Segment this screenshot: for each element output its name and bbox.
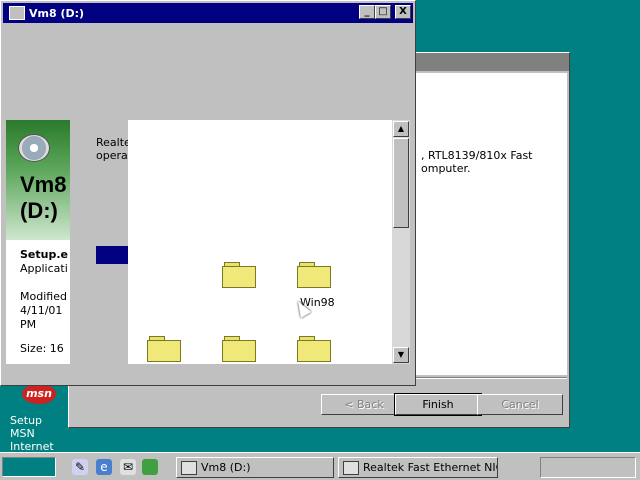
- web-view-panel: Vm8 (D:) Setup.e Applicati Modified 4/11…: [6, 120, 70, 364]
- wizard-partial-text: Realte operat: [96, 136, 128, 162]
- taskbar: ✎ e ✉ Vm8 (D:) Realtek Fast Ethernet NIC…: [0, 452, 640, 480]
- folder-icon[interactable]: [297, 262, 331, 288]
- folder-icon[interactable]: [222, 336, 256, 362]
- selected-file-type: Applicati: [20, 262, 68, 275]
- selected-file-name: Setup.e: [20, 248, 68, 261]
- start-button-area[interactable]: [2, 457, 56, 477]
- scroll-thumb[interactable]: [393, 138, 409, 228]
- explorer-title-bar[interactable]: Vm8 (D:): [3, 3, 413, 23]
- finish-button[interactable]: Finish: [394, 393, 482, 416]
- vertical-scrollbar[interactable]: ▲ ▼: [392, 120, 410, 364]
- file-list[interactable]: Win98: [128, 120, 392, 364]
- taskbar-button-realtek[interactable]: Realtek Fast Ethernet NIC ...: [338, 457, 498, 478]
- progress-bar: [96, 246, 128, 264]
- modified-time: PM: [20, 318, 37, 331]
- wizard-overlap-region: Realte operat: [70, 120, 128, 364]
- window-title: Vm8 (D:): [29, 6, 85, 20]
- outlook-express-icon[interactable]: ✉: [120, 459, 136, 475]
- drive-icon: [181, 460, 197, 475]
- folder-icon[interactable]: [147, 336, 181, 362]
- drive-heading: Vm8 (D:): [20, 172, 67, 223]
- modified-date: 4/11/01: [20, 304, 63, 317]
- maximize-button[interactable]: □: [375, 5, 391, 19]
- scroll-down-button[interactable]: ▼: [393, 347, 409, 363]
- channels-icon[interactable]: [142, 459, 158, 475]
- wizard-message: , RTL8139/810x Fast omputer.: [421, 149, 533, 175]
- folder-icon[interactable]: [222, 262, 256, 288]
- taskbar-button-vm8[interactable]: Vm8 (D:): [176, 457, 334, 478]
- file-size: Size: 16: [20, 342, 64, 355]
- drive-icon: [9, 6, 25, 20]
- modified-label: Modified: [20, 290, 67, 303]
- internet-explorer-icon[interactable]: e: [96, 459, 112, 475]
- folder-icon[interactable]: [297, 336, 331, 362]
- setup-icon: [343, 460, 359, 475]
- close-button[interactable]: X: [395, 5, 411, 19]
- msn-logo-icon: msn: [22, 384, 56, 404]
- scroll-up-button[interactable]: ▲: [393, 121, 409, 137]
- cd-drive-icon: [18, 134, 50, 162]
- cancel-button[interactable]: Cancel: [477, 394, 563, 415]
- minimize-button[interactable]: _: [359, 5, 375, 19]
- show-desktop-icon[interactable]: ✎: [72, 459, 88, 475]
- system-tray: [540, 457, 636, 478]
